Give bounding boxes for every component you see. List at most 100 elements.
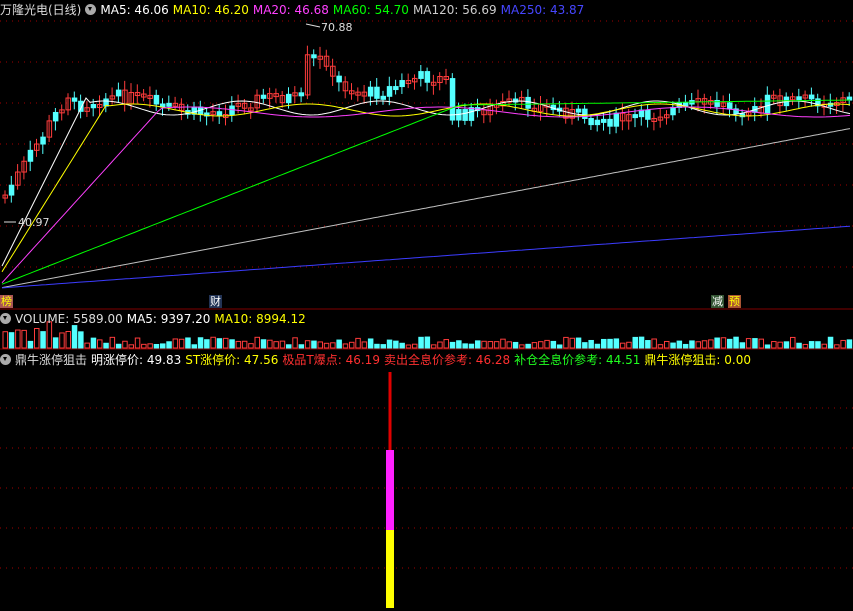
volume-bar	[493, 341, 500, 349]
volume-bar	[506, 341, 512, 349]
volume-bar	[846, 339, 853, 349]
dropdown-icon[interactable]	[0, 354, 11, 365]
volume-bar	[487, 341, 494, 349]
volume-bar	[134, 337, 141, 349]
candle-body	[166, 102, 172, 107]
volume-bar	[15, 329, 21, 349]
snipe-value: 鼎牛涨停狙击: 0.00	[644, 353, 751, 367]
candle-body	[78, 100, 84, 112]
indicator-bar	[386, 372, 394, 608]
volume-bar	[241, 340, 248, 349]
volume-bar	[569, 337, 575, 349]
volume-bar	[311, 340, 317, 349]
volume-bar	[808, 341, 815, 349]
candle-body	[71, 97, 78, 102]
candle-body	[449, 78, 456, 121]
volume-bar	[197, 337, 204, 349]
candle-body	[607, 118, 613, 127]
candle-body	[386, 86, 393, 97]
volume-bar	[594, 343, 601, 349]
volume-bar	[380, 344, 386, 349]
candle-body	[424, 71, 431, 83]
volume-bar	[292, 337, 298, 349]
volume-bar	[147, 343, 153, 349]
volume-bar	[286, 344, 292, 349]
volume-bar	[235, 340, 242, 349]
volume-bar	[657, 344, 664, 349]
ma-line	[1, 106, 851, 284]
high-pointer	[305, 23, 321, 28]
volume-bar	[367, 338, 374, 349]
candle-body	[8, 184, 15, 196]
volume-bar	[153, 343, 160, 349]
marker-bang[interactable]: 榜	[0, 295, 13, 308]
candle-body	[52, 111, 59, 122]
candle-body	[374, 86, 380, 99]
candle-body	[582, 108, 588, 119]
volume-bar	[166, 341, 172, 349]
volume-bar	[708, 339, 714, 349]
volume-bar	[475, 340, 481, 349]
volume-bar	[27, 340, 34, 349]
volume-bar	[815, 341, 821, 349]
volume-bar	[141, 343, 147, 349]
volume-bar	[827, 336, 834, 349]
volume-bar	[575, 337, 582, 349]
volume-bar	[2, 331, 8, 349]
volume-bar	[582, 342, 588, 349]
volume-bar	[701, 340, 708, 349]
volume-bar	[40, 331, 46, 349]
ma-line	[1, 103, 851, 273]
candle-body	[311, 54, 317, 59]
sell-ref: 卖出全息价参考: 46.28	[383, 353, 511, 367]
volume-bar	[260, 339, 267, 349]
candle-body	[286, 93, 292, 104]
candlesticks	[2, 45, 853, 204]
volume-bar	[386, 339, 393, 349]
volume-bar	[783, 341, 790, 349]
volume-bar	[670, 342, 676, 349]
volume-bar	[821, 343, 827, 349]
volume-bar	[374, 343, 380, 349]
volume-bar	[500, 338, 506, 349]
volume-bar	[544, 339, 550, 349]
volume-bar	[802, 343, 809, 349]
marker-cai[interactable]: 财	[209, 295, 222, 308]
candle-body	[367, 86, 374, 97]
volume-bar	[651, 338, 657, 349]
volume-bar	[531, 342, 538, 349]
volume-bar	[122, 340, 128, 349]
candle-body	[575, 108, 582, 113]
marker-yu[interactable]: 预	[728, 295, 741, 308]
volume-bar	[601, 338, 607, 349]
volume-bar	[437, 341, 443, 349]
volume-label: VOLUME: 5589.00	[15, 312, 123, 326]
volume-bar	[418, 336, 424, 349]
volume-bar	[160, 343, 166, 349]
volume-bar	[695, 341, 701, 349]
volume-bar	[834, 344, 840, 349]
indicator-segment-yellow	[386, 530, 394, 608]
candle-body	[594, 119, 601, 126]
volume-bar	[21, 329, 27, 349]
volume-header: VOLUME: 5589.00 MA5: 9397.20 MA10: 8994.12	[0, 311, 310, 327]
candle-body	[601, 118, 607, 123]
indicator-name[interactable]: 鼎牛涨停狙击	[15, 353, 87, 367]
marker-jian[interactable]: 减	[711, 295, 724, 308]
volume-bar	[78, 331, 84, 349]
volume-bar	[563, 336, 569, 349]
volume-bar	[128, 344, 134, 349]
volume-bar	[361, 341, 368, 349]
volume-bar	[115, 343, 122, 349]
vol-ma10-label: MA10: 8994.12	[214, 312, 306, 326]
volume-bar	[538, 341, 544, 349]
dropdown-icon[interactable]	[0, 313, 11, 324]
volume-bar	[456, 340, 462, 349]
volume-bar	[273, 341, 279, 349]
kline-chart[interactable]: 70.88 40.97	[0, 0, 853, 611]
volume-bar	[34, 327, 40, 349]
volume-bar	[342, 343, 349, 349]
high-price-annotation: 70.88	[321, 21, 353, 34]
volume-bar	[777, 341, 783, 349]
buy-ref: 补仓全息价参考: 44.51	[514, 353, 641, 367]
